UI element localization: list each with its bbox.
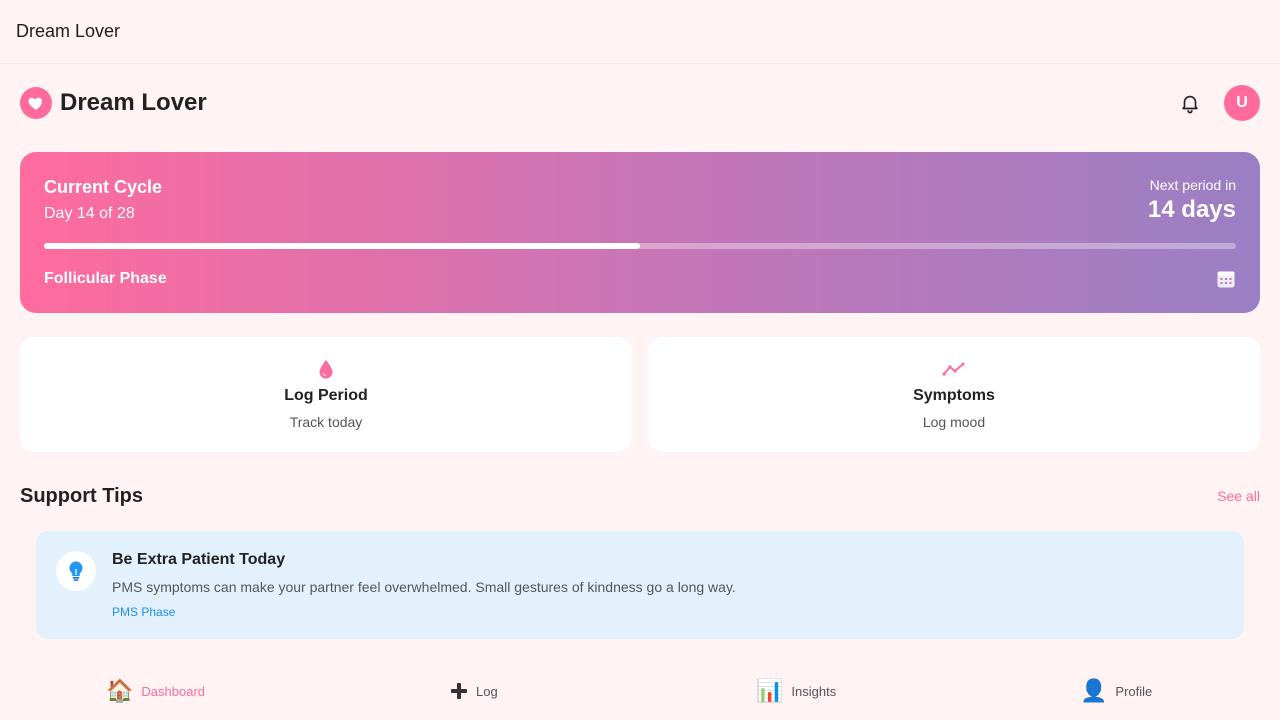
symptoms-subtitle: Log mood — [922, 414, 986, 430]
brand[interactable]: Dream Lover — [20, 87, 207, 119]
next-period-value: 14 days — [1147, 196, 1236, 223]
calendar-icon[interactable] — [1216, 269, 1236, 289]
log-period-card[interactable]: Log Period Track today — [20, 337, 632, 452]
nav-profile-label: Profile — [1115, 683, 1153, 699]
tip-phase-tag: PMS Phase — [112, 605, 176, 619]
nav-dashboard[interactable]: 🏠 Dashboard — [106, 676, 205, 706]
symptoms-card[interactable]: Symptoms Log mood — [648, 337, 1260, 452]
see-all-link[interactable]: See all — [1217, 488, 1260, 504]
avatar[interactable]: U — [1224, 85, 1260, 121]
app-header: Dream Lover U — [20, 84, 1260, 122]
log-period-subtitle: Track today — [289, 414, 363, 430]
symptoms-title: Symptoms — [913, 387, 995, 404]
nav-profile[interactable]: 👤 Profile — [1080, 676, 1152, 706]
window-title: Dream Lover — [16, 21, 121, 41]
tip-card[interactable]: Be Extra Patient Today PMS symptoms can … — [36, 531, 1244, 639]
log-period-title: Log Period — [284, 387, 368, 404]
bar-chart-icon: 📊 — [756, 678, 784, 703]
support-tips-heading: Support Tips — [20, 485, 143, 507]
current-cycle-card: Current Cycle Day 14 of 28 Next period i… — [20, 152, 1260, 313]
tip-body: PMS symptoms can make your partner feel … — [112, 579, 736, 595]
nav-log[interactable]: Log — [450, 676, 498, 706]
cycle-progress-bar — [44, 243, 1236, 249]
activity-chart-icon — [942, 358, 966, 380]
next-period-label: Next period in — [1149, 177, 1236, 193]
house-icon: 🏠 — [106, 678, 134, 703]
cycle-progress-fill — [44, 243, 640, 249]
nav-insights[interactable]: 📊 Insights — [756, 676, 836, 706]
cycle-phase: Follicular Phase — [44, 270, 167, 287]
user-icon: 👤 — [1080, 678, 1108, 703]
plus-icon — [450, 682, 468, 700]
nav-dashboard-label: Dashboard — [141, 683, 206, 699]
heart-icon — [20, 87, 52, 119]
brand-name: Dream Lover — [60, 89, 207, 116]
droplet-icon — [318, 358, 334, 380]
bottom-nav: 🏠 Dashboard Log 📊 Insights 👤 Profile — [0, 660, 1280, 720]
cycle-day: Day 14 of 28 — [44, 205, 135, 222]
notification-bell-icon[interactable] — [1178, 91, 1202, 115]
cycle-title: Current Cycle — [44, 177, 163, 197]
tip-title: Be Extra Patient Today — [112, 551, 286, 568]
window-titlebar: Dream Lover — [0, 0, 1280, 64]
header-actions: U — [1178, 85, 1260, 121]
lightbulb-icon — [56, 551, 96, 591]
nav-log-label: Log — [476, 683, 498, 699]
nav-insights-label: Insights — [791, 683, 837, 699]
